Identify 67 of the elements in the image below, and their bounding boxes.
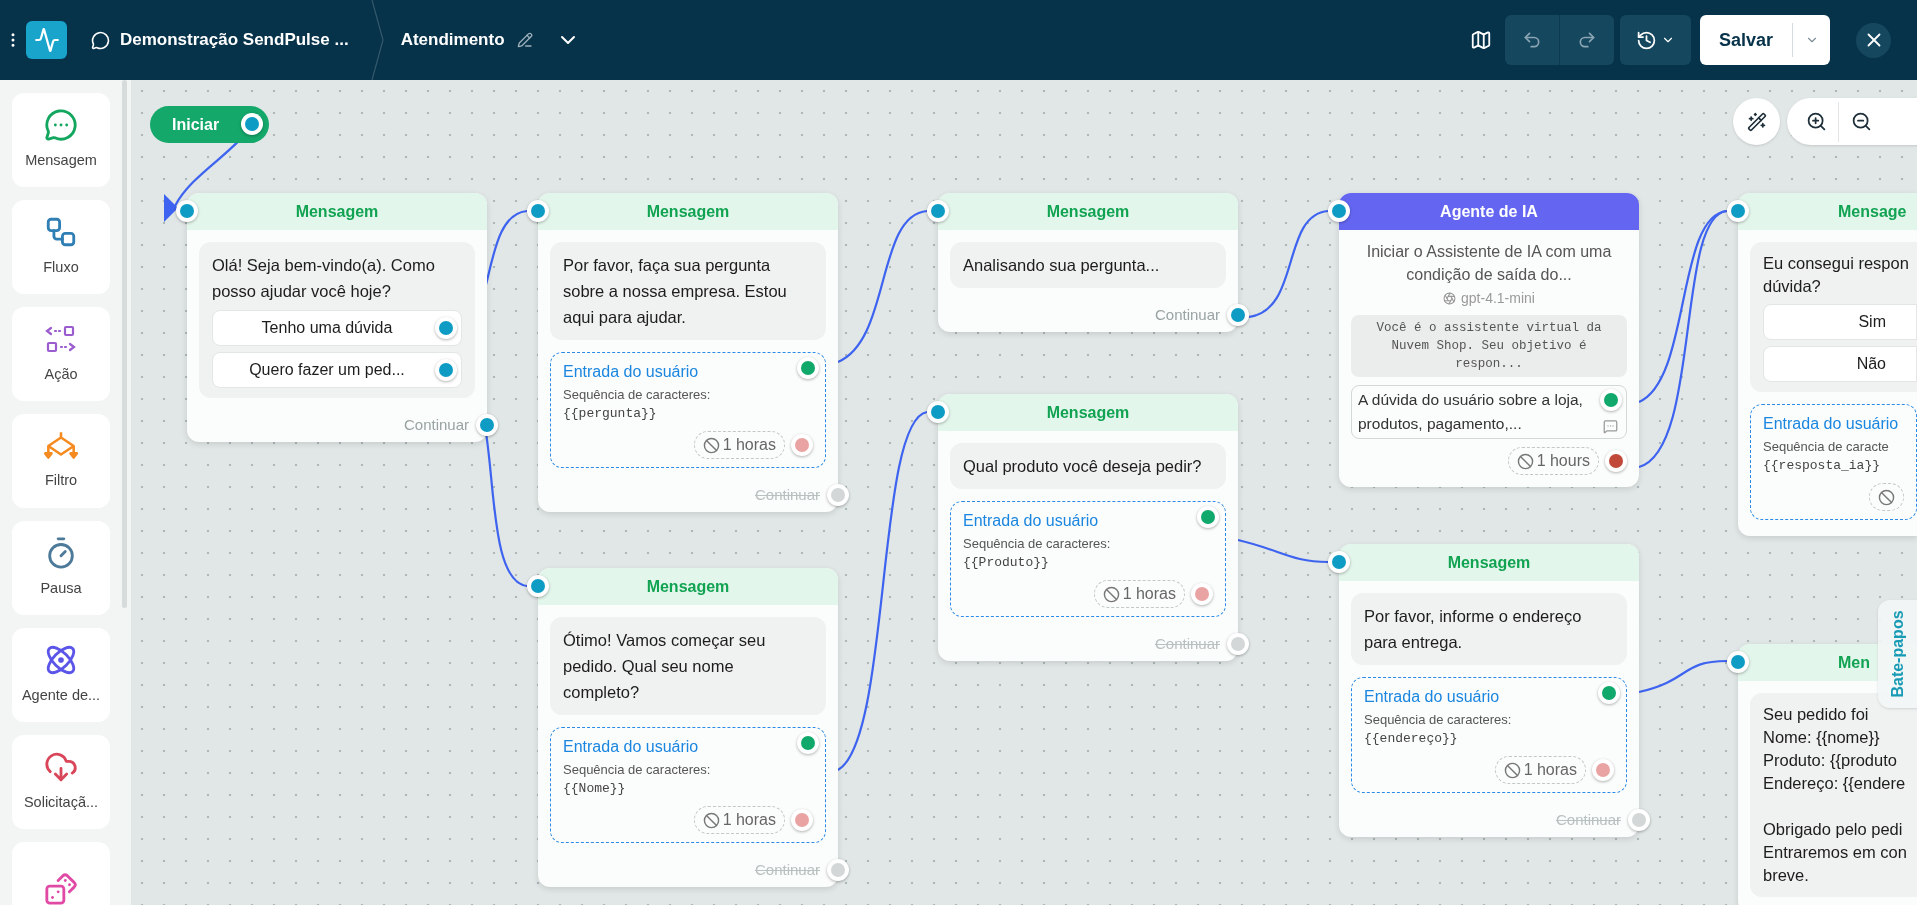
sidebar-item[interactable]: Pausa xyxy=(12,521,110,615)
card-title: Men xyxy=(1838,652,1870,673)
reply-button[interactable]: Não xyxy=(1763,346,1917,382)
message-text: Analisando sua pergunta... xyxy=(963,255,1161,276)
user-input-box[interactable]: Entrada do usuário Sequência de caracteres: {{pergunta}} 1 horas xyxy=(550,352,826,468)
variable-name: {{Produto}} xyxy=(963,554,1050,572)
flow-name[interactable]: Atendimento xyxy=(400,27,505,53)
user-input-box[interactable]: Entrada do usuário Sequência de caracteres: {{Produto}} 1 horas xyxy=(950,501,1226,617)
sidebar-item[interactable]: Agente de... xyxy=(12,628,110,722)
continue-label: Continuar xyxy=(754,484,820,505)
message-card[interactable]: Mensagem Analisando sua pergunta... Continuar xyxy=(938,193,1238,332)
variable-name: {{pergunta}} xyxy=(563,405,658,423)
prompt-box: Você é o assistente virtual da Nuvem Shop. Seu objetivo é respon... xyxy=(1351,315,1627,377)
card-title: Mensagem xyxy=(1046,201,1130,222)
message-text: Qual produto você deseja pedir? xyxy=(963,456,1203,477)
message-text: Por favor, faça sua pergunta sobre a nossa empresa. Estou aqui para ajudar. xyxy=(563,255,788,328)
sidebar-item[interactable]: Fluxo xyxy=(12,200,110,294)
bot-name[interactable]: Demonstração SendPulse ... xyxy=(120,27,349,53)
sidebar-item[interactable]: Ação xyxy=(12,307,110,401)
user-input-box[interactable]: Entrada do usuário Sequência de caracteres: {{Nome}} 1 horas xyxy=(550,727,826,843)
card-title: Agente de IA xyxy=(1440,201,1538,222)
input-title: Entrada do usuário xyxy=(1763,414,1899,434)
input-type: Sequência de caracteres: xyxy=(563,761,712,779)
reply-button[interactable]: Sim xyxy=(1763,304,1917,340)
input-type: Sequência de caracteres: xyxy=(1364,711,1513,729)
input-title: Entrada do usuário xyxy=(563,737,699,757)
card-title: Mensage xyxy=(1838,201,1907,222)
card-title: Mensagem xyxy=(1046,402,1130,423)
exit-condition-text: A dúvida do usuário sobre a loja, produtos, pagamento,... xyxy=(1358,390,1584,434)
input-title: Entrada do usuário xyxy=(963,511,1099,531)
message-text: Eu consegui respon dúvida? xyxy=(1763,253,1910,297)
input-type: Sequência de caracteres: xyxy=(963,535,1112,553)
input-type: Sequência de caracte xyxy=(1763,438,1890,456)
continue-label: Continuar xyxy=(754,859,820,880)
exit-condition-box[interactable]: A dúvida do usuário sobre a loja, produtos, pagamento,... xyxy=(1351,385,1627,439)
input-type: Sequência de caracteres: xyxy=(563,386,712,404)
message-text: Por favor, informe o endereço para entrega. xyxy=(1364,606,1583,653)
input-title: Entrada do usuário xyxy=(1364,687,1500,707)
user-input-box[interactable]: Entrada do usuário Sequência de caracteres: {{endereço}} 1 horas xyxy=(1351,677,1627,793)
card-title: Mensagem xyxy=(1447,552,1531,573)
card-title: Mensagem xyxy=(295,201,379,222)
reply-button[interactable]: Quero fazer um ped... xyxy=(212,352,462,388)
message-card[interactable]: Mensage Eu consegui respon dúvida? Sim Não Entrada do usuário Sequência de caracte {{resposta_ia}} xyxy=(1738,193,1917,536)
continue-label: Continuar xyxy=(403,414,469,435)
input-title: Entrada do usuário xyxy=(563,362,699,382)
message-text: Ótimo! Vamos começar seu pedido. Qual seu nome completo? xyxy=(563,630,767,703)
model-name: gpt-4.1-mini xyxy=(1461,289,1535,308)
sidebar-item[interactable]: Mensagem xyxy=(12,93,110,187)
message-card[interactable]: Mensagem Por favor, faça sua pergunta sobre a nossa empresa. Estou aqui para ajudar. Entrada do usuário Sequência de caracteres: {{pergunta}} 1 horas Continuar xyxy=(538,193,838,512)
continue-label: Continuar xyxy=(1555,809,1621,830)
agent-description: Iniciar o Assistente de IA com uma condição de saída do... xyxy=(1365,242,1613,285)
message-text: Olá! Seja bem-vindo(a). Como posso ajudar você hoje? xyxy=(212,255,436,302)
variable-name: {{endereço}} xyxy=(1364,730,1459,748)
reply-button[interactable]: Tenho uma dúvida xyxy=(212,310,462,346)
variable-name: {{Nome}} xyxy=(563,780,627,798)
continue-label: Continuar xyxy=(1154,304,1220,325)
variable-name: {{resposta_ia}} xyxy=(1763,457,1882,475)
message-card[interactable]: Mensagem Ótimo! Vamos começar seu pedido. Qual seu nome completo? Entrada do usuário Sequência de caracteres: {{Nome}} 1 horas Continuar xyxy=(538,568,838,887)
message-card[interactable]: Mensagem Olá! Seja bem-vindo(a). Como posso ajudar você hoje? Tenho uma dúvida Quero fazer um ped... Continuar xyxy=(187,193,487,442)
continue-label: Continuar xyxy=(1154,633,1220,654)
message-card[interactable]: Mensagem Por favor, informe o endereço para entrega. Entrada do usuário Sequência de caracteres: {{endereço}} 1 horas Continuar xyxy=(1339,544,1639,837)
sidebar-item[interactable]: Filtro xyxy=(12,414,110,508)
card-title: Mensagem xyxy=(646,576,730,597)
card-title: Mensagem xyxy=(646,201,730,222)
sidebar-item[interactable]: Solicitaçã... xyxy=(12,735,110,829)
user-input-box[interactable]: Entrada do usuário Sequência de caracte {{resposta_ia}} xyxy=(1750,404,1917,520)
message-card[interactable]: Mensagem Qual produto você deseja pedir? Entrada do usuário Sequência de caracteres: {{Produto}} 1 horas Continuar xyxy=(938,394,1238,661)
